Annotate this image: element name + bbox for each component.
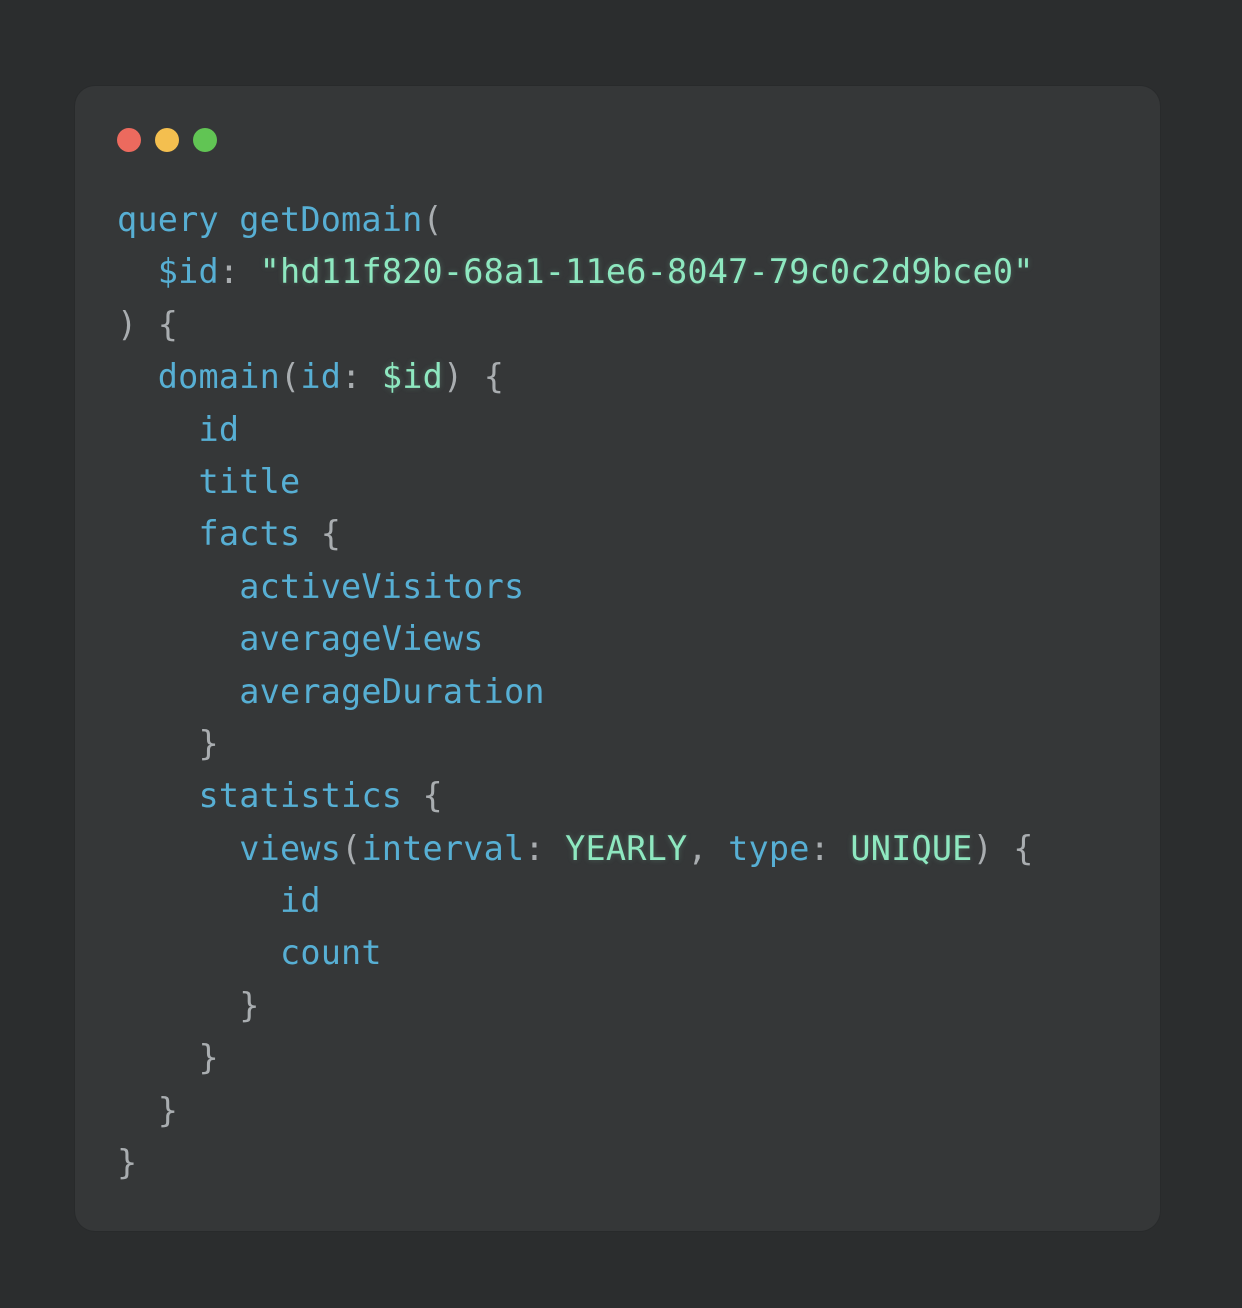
code-line: } [117, 1085, 1034, 1137]
code-punctuation: ) { [442, 357, 505, 397]
code-punctuation: ( [422, 200, 443, 239]
code-field: type [728, 828, 810, 868]
minimize-dot-icon[interactable] [155, 128, 179, 152]
code-punctuation: ( [279, 357, 301, 397]
close-dot-icon[interactable] [117, 128, 141, 152]
code-punctuation: ) { [117, 304, 179, 344]
code-line: averageViews [117, 613, 1034, 665]
code-punctuation: : [809, 828, 851, 868]
code-punctuation: { [402, 776, 443, 816]
code-punctuation: } [157, 1090, 179, 1130]
code-keyword: query [117, 200, 219, 239]
code-punctuation: : [218, 252, 260, 292]
code-punctuation: } [239, 985, 260, 1025]
code-line: averageDuration [117, 666, 1034, 718]
code-field: activeVisitors [239, 566, 525, 606]
code-line: id [117, 404, 1034, 456]
code-field: id [279, 881, 321, 921]
code-field: interval [361, 828, 525, 868]
code-line: views(interval: YEARLY, type: UNIQUE) { [117, 823, 1034, 875]
code-field: domain [157, 357, 280, 397]
code-value: UNIQUE [850, 828, 973, 868]
code-punctuation: ( [341, 828, 362, 868]
code-line: } [117, 718, 1034, 770]
code-field: facts [198, 514, 301, 554]
code-line: title [117, 456, 1034, 508]
code-field: count [279, 933, 382, 973]
code-window: query getDomain( $id: "hd11f820-68a1-11e… [75, 86, 1160, 1231]
code-line: ) { [117, 299, 1034, 351]
code-line: facts { [117, 508, 1034, 560]
code-field: statistics [198, 776, 403, 816]
code-punctuation: , [687, 828, 729, 868]
code-value: $id [381, 357, 443, 397]
code-punctuation: } [198, 1038, 219, 1078]
code-field: averageDuration [239, 671, 545, 711]
code-punctuation: ) { [972, 828, 1034, 868]
code-punctuation: } [198, 723, 219, 763]
code-line: activeVisitors [117, 561, 1034, 613]
code-line: statistics { [117, 770, 1034, 822]
code-punctuation: { [300, 514, 342, 554]
code-line: } [117, 1137, 1034, 1189]
code-variable: $id [157, 252, 219, 292]
code-line: } [117, 980, 1034, 1032]
code-line: domain(id: $id) { [117, 351, 1034, 403]
code-punctuation: : [524, 828, 566, 868]
code-punctuation: : [341, 357, 382, 397]
code-line: id [117, 875, 1034, 927]
code-field: title [198, 461, 301, 501]
code-field: id [300, 357, 342, 397]
code-field: id [198, 409, 240, 449]
code-field: views [239, 828, 342, 868]
code-line: query getDomain( [117, 194, 1034, 246]
code-line: } [117, 1032, 1034, 1084]
code-function-name: getDomain [239, 200, 423, 239]
code-string-literal: "hd11f820-68a1-11e6-8047-79c0c2d9bce0" [259, 252, 1034, 292]
maximize-dot-icon[interactable] [193, 128, 217, 152]
code-block: query getDomain( $id: "hd11f820-68a1-11e… [117, 194, 1034, 1189]
code-punctuation: } [117, 1143, 138, 1183]
code-value: YEARLY [565, 828, 688, 868]
code-line: $id: "hd11f820-68a1-11e6-8047-79c0c2d9bc… [117, 246, 1034, 298]
code-field: averageViews [239, 619, 484, 659]
code-line: count [117, 927, 1034, 979]
